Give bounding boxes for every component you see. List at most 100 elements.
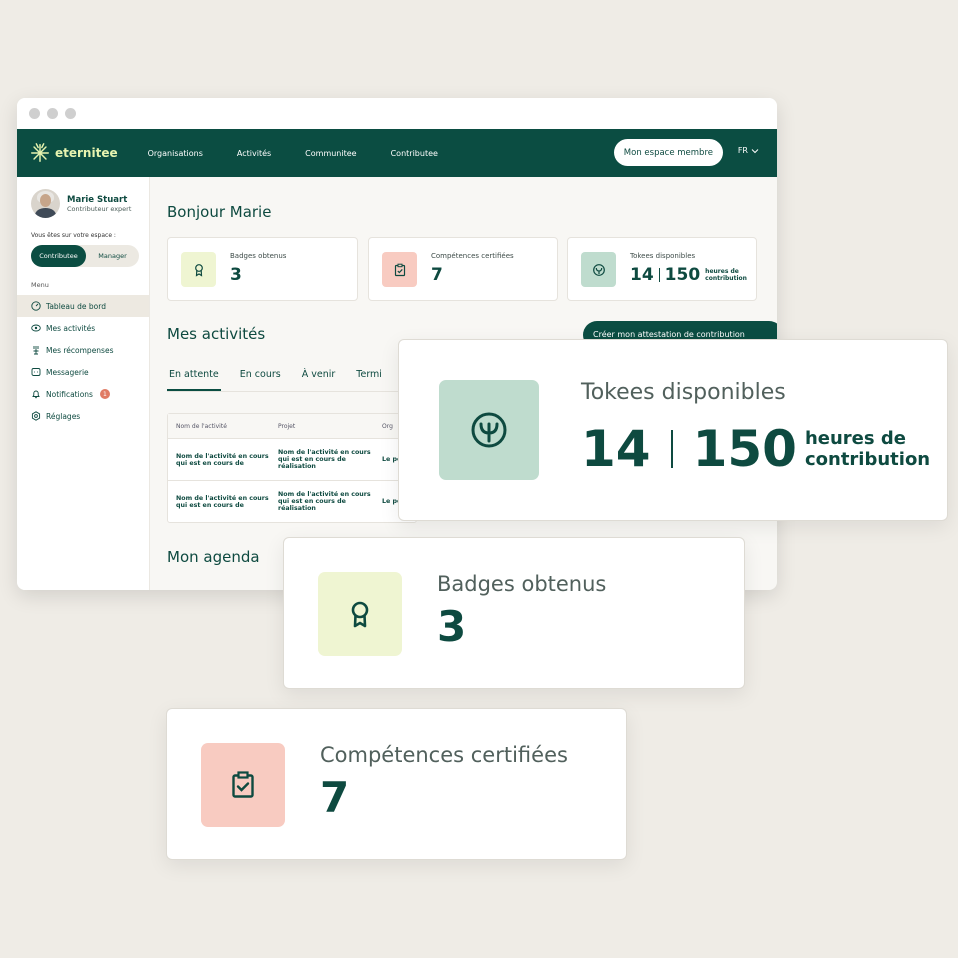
competence-icon-tile [382, 252, 417, 287]
sidebar-item-notifications[interactable]: Notifications 1 [17, 383, 149, 405]
tokee-count: 14 [630, 265, 654, 285]
tokee-icon [471, 412, 507, 448]
divider [670, 430, 673, 468]
language-selector[interactable]: FR [738, 146, 759, 155]
sidebar-item-reglages[interactable]: Réglages [17, 405, 149, 427]
tokee-count: 14 [581, 420, 651, 478]
stat-card-competences: Compétences certifiées 7 [368, 237, 558, 301]
table-row[interactable]: Nom de l'activité en cours qui est en co… [168, 438, 416, 480]
card-value-group: 14 150 heures de contribution [581, 420, 930, 478]
stat-value: 3 [230, 265, 242, 285]
hours-label: heures de contribution [805, 428, 930, 470]
tab-a-venir[interactable]: À venir [300, 369, 338, 391]
nav-item-organisations[interactable]: Organisations [148, 149, 203, 158]
tab-en-cours[interactable]: En cours [238, 369, 283, 391]
nav-menu: Organisations Activités Communitee Contr… [148, 149, 438, 158]
table-cell: Nom de l'activité en cours qui est en co… [176, 494, 269, 509]
table-row[interactable]: Nom de l'activité en cours qui est en co… [168, 480, 416, 522]
card-value: 7 [320, 773, 350, 822]
trophy-icon [33, 346, 39, 355]
stat-value: 7 [431, 265, 443, 285]
card-label: Tokees disponibles [581, 380, 786, 405]
logo-icon [31, 143, 49, 162]
sidebar-item-mes-recompenses[interactable]: Mes récompenses [17, 339, 149, 361]
tokee-icon-tile [581, 252, 616, 287]
menu-label: Menu [31, 281, 49, 289]
clipboard-check-icon [394, 263, 405, 276]
hours-count: 150 [692, 420, 797, 478]
browser-titlebar [17, 98, 777, 129]
space-switch: Contributee Manager [31, 245, 139, 267]
table-cell: Nom de l'activité en cours qui est en co… [176, 452, 269, 467]
stat-label: Tokees disponibles [630, 252, 696, 260]
nav-item-communitee[interactable]: Communitee [305, 149, 356, 158]
ribbon-icon [351, 601, 369, 628]
message-icon [31, 368, 41, 376]
stat-label: Compétences certifiées [431, 252, 514, 260]
tab-en-attente[interactable]: En attente [167, 369, 221, 391]
badge-icon-tile [318, 572, 402, 656]
competence-icon-tile [201, 743, 285, 827]
language-label: FR [737, 146, 748, 155]
divider [658, 268, 660, 282]
column-header[interactable]: Projet [270, 423, 380, 430]
member-space-button[interactable]: Mon espace membre [613, 139, 723, 166]
tab-divider [167, 391, 427, 392]
avatar [31, 189, 60, 218]
sidebar-item-label: Tableau de bord [46, 301, 106, 311]
window-dot[interactable] [29, 108, 40, 119]
floating-card-competences: Compétences certifiées 7 [166, 708, 627, 860]
activity-tabs: En attente En cours À venir Termi [167, 369, 401, 391]
sidebar: Marie Stuart Contributeur expert Vous êt… [17, 177, 150, 590]
bell-icon [32, 390, 40, 399]
tokee-icon [592, 263, 605, 276]
ribbon-icon [194, 263, 203, 277]
activities-title: Mes activités [167, 325, 266, 343]
logo[interactable]: eternitee [29, 142, 118, 164]
window-dot[interactable] [47, 108, 58, 119]
chevron-down-icon [751, 148, 759, 153]
page-title: Bonjour Marie [167, 203, 272, 221]
hours-label-line: contribution [804, 449, 931, 470]
clipboard-check-icon [232, 771, 254, 798]
settings-icon [31, 411, 41, 421]
activities-table: Nom de l'activité Projet Org Nom de l'ac… [167, 413, 417, 523]
sidebar-item-label: Notifications [46, 389, 93, 399]
floating-card-badges: Badges obtenus 3 [283, 537, 745, 689]
floating-card-tokees: Tokees disponibles 14 150 heures de cont… [398, 339, 948, 521]
sidebar-item-tableau-de-bord[interactable]: Tableau de bord [17, 295, 149, 317]
card-value: 3 [437, 602, 467, 651]
user-role: Contributeur expert [67, 204, 132, 213]
stat-label: Badges obtenus [230, 252, 287, 260]
column-header[interactable]: Nom de l'activité [168, 423, 270, 430]
sidebar-item-mes-activites[interactable]: Mes activités [17, 317, 149, 339]
window-dot[interactable] [65, 108, 76, 119]
top-navbar: eternitee Organisations Activités Commun… [17, 129, 777, 177]
nav-item-contributee[interactable]: Contributee [391, 149, 438, 158]
logo-text: eternitee [55, 146, 118, 160]
tokee-icon-tile [439, 380, 539, 480]
sidebar-item-messagerie[interactable]: Messagerie [17, 361, 149, 383]
switch-manager[interactable]: Manager [86, 252, 139, 260]
sidebar-item-label: Mes récompenses [46, 345, 114, 355]
hours-label-line: heures de [804, 428, 906, 449]
switch-contributee[interactable]: Contributee [31, 245, 86, 267]
gauge-icon [31, 301, 41, 311]
table-cell: Nom de l'activité en cours qui est en co… [278, 449, 371, 470]
user-name: Marie Stuart [67, 194, 128, 205]
stat-card-tokees: Tokees disponibles 14 150 heures de cont… [567, 237, 757, 301]
tab-termine[interactable]: Termi [354, 369, 384, 391]
table-header: Nom de l'activité Projet Org [168, 414, 416, 438]
eye-icon [31, 324, 41, 332]
sidebar-item-label: Mes activités [46, 323, 96, 333]
badge-icon-tile [181, 252, 216, 287]
nav-item-activites[interactable]: Activités [237, 149, 271, 158]
stat-value-group: 14 150 heures de contribution [630, 265, 753, 285]
sidebar-item-label: Réglages [46, 411, 81, 421]
user-profile[interactable]: Marie Stuart Contributeur expert [17, 177, 149, 218]
space-label: Vous êtes sur votre espace : [31, 232, 116, 239]
hours-label: heures de contribution [705, 268, 747, 282]
sidebar-item-label: Messagerie [46, 367, 89, 377]
table-cell: Nom de l'activité en cours qui est en co… [278, 491, 371, 512]
agenda-title: Mon agenda [167, 548, 260, 566]
